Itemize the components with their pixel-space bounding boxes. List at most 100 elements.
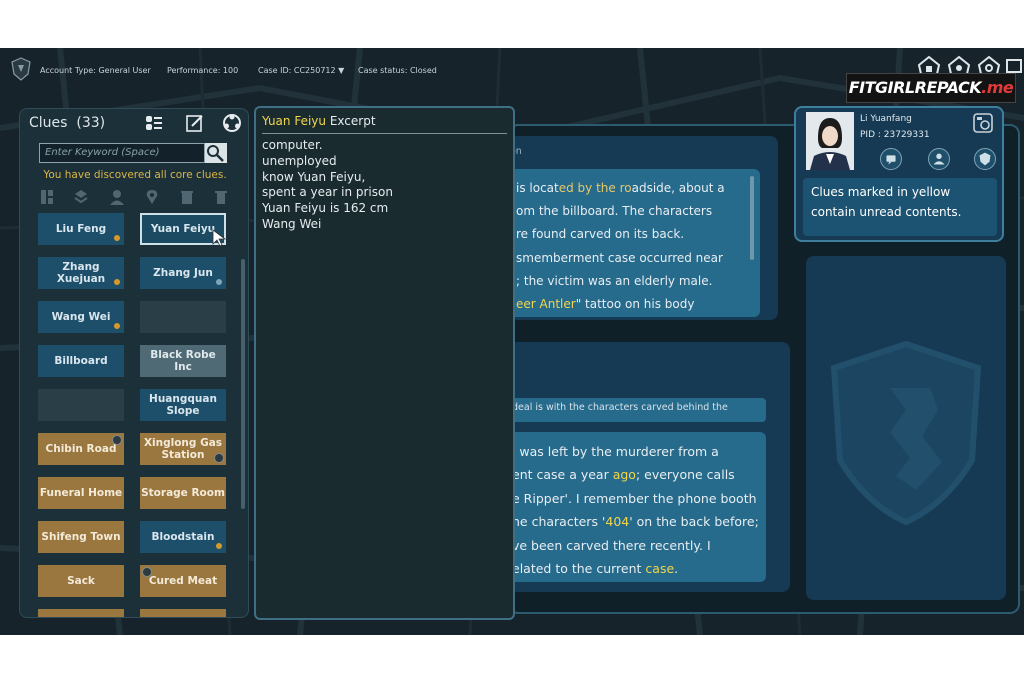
clue-card[interactable]: Shifeng Town <box>38 521 124 553</box>
clues-count: (33) <box>76 115 106 131</box>
badge-icon[interactable] <box>974 148 996 170</box>
clue-card[interactable]: Cured Meat <box>140 565 226 597</box>
clue-card-label: Yuan Feiyu <box>150 223 216 235</box>
clue-card-label: Liu Feng <box>55 223 107 235</box>
case-status: Case status: Closed <box>358 66 437 75</box>
clue-card-partial[interactable] <box>140 609 226 617</box>
text-span: ; everyone calls <box>635 467 735 483</box>
clue-card-label: Zhang Xuejuan <box>56 261 106 285</box>
filter-location-icon[interactable] <box>145 189 159 205</box>
clue-card[interactable]: Billboard <box>38 345 124 377</box>
excerpt-title: Yuan Feiyu Excerpt <box>262 114 376 128</box>
clue-card[interactable]: Bloodstain <box>140 521 226 553</box>
clue-card[interactable]: Zhang Jun <box>140 257 226 289</box>
clue-card[interactable]: Wang Wei <box>38 301 124 333</box>
text-span: adside, about a <box>631 181 725 195</box>
search-input[interactable]: Enter Keyword (Space) <box>39 143 205 163</box>
filter-person-icon[interactable] <box>110 189 124 205</box>
clue-card-label: Billboard <box>54 355 108 367</box>
text-span: is locat <box>516 181 559 195</box>
filter-item-icon[interactable] <box>180 189 194 205</box>
edit-note-icon[interactable] <box>185 113 205 133</box>
clue-card-empty <box>38 389 124 421</box>
police-badge-icon <box>11 57 31 81</box>
divider <box>262 133 507 134</box>
text-line: e Ripper'. I remember the phone booth <box>512 490 757 506</box>
fitgirl-watermark: FITGIRLREPACK.me <box>846 73 1016 103</box>
text-line: ve been carved there recently. I <box>512 537 711 553</box>
highlight-text: ago <box>612 467 636 483</box>
profile-name: Li Yuanfang <box>860 114 912 124</box>
excerpt-line[interactable]: unemployed <box>262 154 393 170</box>
id-card-icon[interactable] <box>972 112 994 134</box>
discovered-message: You have discovered all core clues. <box>43 169 227 181</box>
search-icon[interactable] <box>205 143 227 163</box>
clue-card-label: Funeral Home <box>39 487 123 499</box>
clue-card-label: Wang Wei <box>51 311 111 323</box>
text-line: re found carved on its back. <box>516 227 685 242</box>
network-icon[interactable] <box>222 113 242 133</box>
clue-detail-scrollbar[interactable] <box>750 176 754 260</box>
case-id-dropdown[interactable]: Case ID: CC250712 ▼ <box>258 66 344 75</box>
clue-card-empty <box>140 301 226 333</box>
clue-card[interactable]: Huangquan Slope <box>140 389 226 421</box>
clue-card[interactable]: Funeral Home <box>38 477 124 509</box>
clue-card[interactable]: Sack <box>38 565 124 597</box>
excerpt-title-suffix: Excerpt <box>326 114 376 128</box>
account-type: Account Type: General User <box>40 66 151 75</box>
dialogue-prompt[interactable]: deal is with the characters carved behin… <box>510 398 766 422</box>
game-screen: Account Type: General User Performance: … <box>0 48 1024 635</box>
excerpt-line[interactable]: computer. <box>262 138 393 154</box>
text-span: he characters ' <box>512 514 606 530</box>
clue-card[interactable]: Xinglong Gas Station <box>140 433 226 465</box>
clue-card-partial[interactable] <box>38 609 124 617</box>
unread-dot <box>114 235 120 241</box>
excerpt-line[interactable]: Yuan Feiyu is 162 cm <box>262 201 393 217</box>
clue-card[interactable]: Black Robe Inc <box>140 345 226 377</box>
clue-detail-text: is located by the roadside, about a om t… <box>510 169 760 317</box>
filter-layers-icon[interactable] <box>74 189 88 205</box>
text-span: ' on the back before; <box>629 514 759 530</box>
clue-card-label: Huangquan Slope <box>149 393 217 417</box>
excerpt-line[interactable]: spent a year in prison <box>262 185 393 201</box>
filter-bar <box>34 189 239 207</box>
clue-card-label: Bloodstain <box>151 531 215 543</box>
sort-icon[interactable] <box>144 113 164 133</box>
clue-card[interactable]: Zhang Xuejuan <box>38 257 124 289</box>
highlight-text: case <box>645 561 675 577</box>
clue-card-selected[interactable]: Yuan Feiyu <box>140 213 226 247</box>
clue-card-label: Cured Meat <box>148 575 218 587</box>
attachment-badge-icon <box>214 453 224 463</box>
clues-panel: Clues (33) Enter Keyword (Space) You hav… <box>19 108 249 618</box>
clue-card-label: Zhang Jun <box>153 267 213 279</box>
police-shield-emblem-icon <box>830 340 982 526</box>
filter-trash-icon[interactable] <box>214 189 228 205</box>
avatar[interactable] <box>806 112 854 170</box>
highlight-text: 404 <box>605 514 630 530</box>
yellow-clue-hint: Clues marked in yellow contain unread co… <box>803 178 997 236</box>
chat-icon[interactable] <box>880 148 902 170</box>
watermark-suffix: .me <box>981 78 1014 97</box>
highlight-text: ed by the ro <box>558 181 632 195</box>
unread-dot <box>216 543 222 549</box>
text-span: ent case a year <box>512 467 613 483</box>
clue-card-label: Storage Room <box>141 487 225 499</box>
clues-scrollbar[interactable] <box>241 259 245 509</box>
clue-card[interactable]: Chibin Road <box>38 433 124 465</box>
excerpt-panel: Yuan Feiyu Excerpt computer. unemployed … <box>254 106 515 620</box>
clues-title: Clues (33) <box>29 115 105 131</box>
excerpt-person-name: Yuan Feiyu <box>262 114 327 128</box>
clue-card[interactable]: Liu Feng <box>38 213 124 245</box>
excerpt-line[interactable]: know Yuan Feiyu, <box>262 170 393 186</box>
clue-card[interactable]: Storage Room <box>140 477 226 509</box>
excerpt-line[interactable]: Wang Wei <box>262 217 393 233</box>
profile-pid: PID : 23729331 <box>860 130 930 140</box>
highlight-text: eer Antler <box>516 297 576 312</box>
filter-all-icon[interactable] <box>40 189 54 205</box>
person-icon[interactable] <box>928 148 950 170</box>
text-line: om the billboard. The characters <box>516 204 713 219</box>
mouse-cursor-icon <box>212 229 226 247</box>
clues-title-label: Clues <box>29 115 68 131</box>
excerpt-lines: computer. unemployed know Yuan Feiyu, sp… <box>262 138 393 233</box>
clue-card-label: Sack <box>67 575 95 587</box>
